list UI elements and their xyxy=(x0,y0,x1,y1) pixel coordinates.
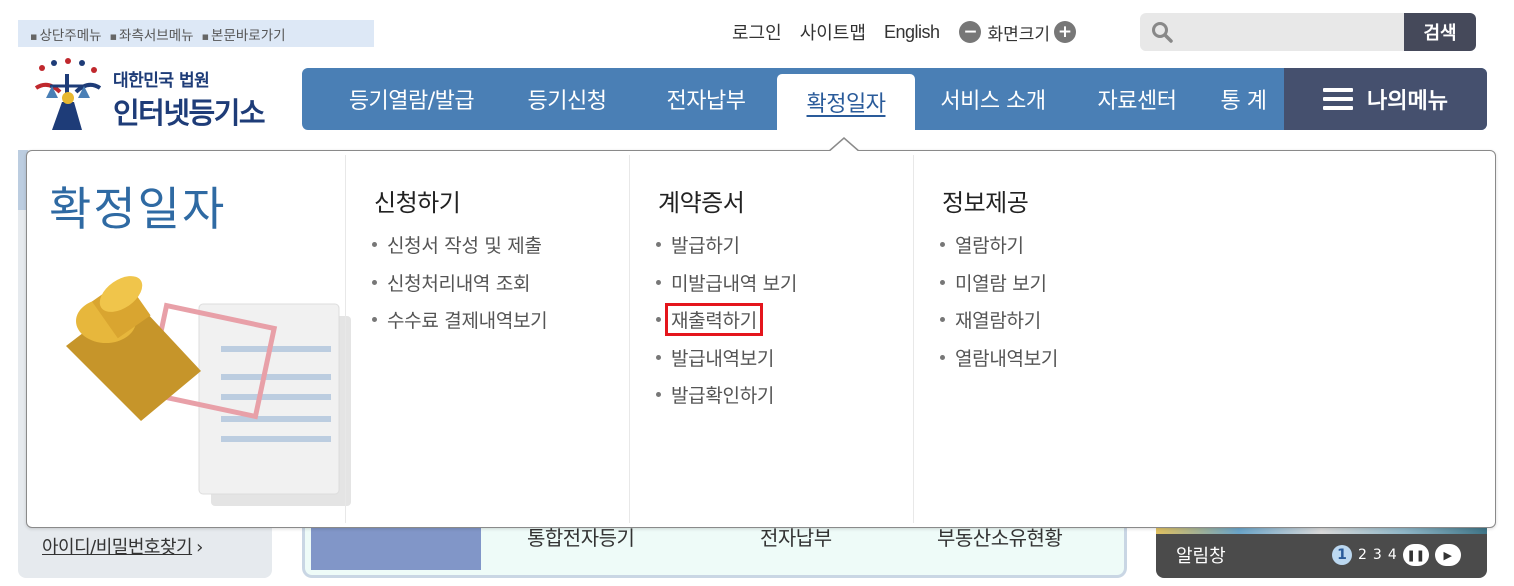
menu-column-info: 정보제공 열람하기 미열람 보기 재열람하기 열람내역보기 xyxy=(913,155,1483,523)
gnb-item-fixed-date[interactable]: 확정일자 xyxy=(777,74,915,130)
search-button[interactable]: 검색 xyxy=(1404,13,1476,51)
notice-title: 알림창 xyxy=(1176,546,1226,567)
next-arrow-icon[interactable]: ▶ xyxy=(1434,544,1461,566)
search-input[interactable] xyxy=(1140,13,1404,51)
fixed-date-dropdown: 확정일자 신청하기 신청서 작성 및 제출 신청처리내역 조회 수수료 결제내역… xyxy=(26,150,1496,528)
menu-item-unviewed[interactable]: 미열람 보기 xyxy=(940,269,1058,307)
pager-page-4[interactable]: 4 xyxy=(1388,547,1397,563)
login-link[interactable]: 로그인 xyxy=(732,19,782,45)
hamburger-icon xyxy=(1323,88,1354,110)
find-id-password-link[interactable]: 아이디/비밀번호찾기 xyxy=(42,533,203,559)
zoom-label: 화면크기 xyxy=(987,24,1051,45)
menu-item-view[interactable]: 열람하기 xyxy=(940,231,1058,269)
menu-item-issue[interactable]: 발급하기 xyxy=(656,231,797,269)
skip-link-content[interactable]: 본문바로가기 xyxy=(202,24,286,44)
sitemap-link[interactable]: 사이트맵 xyxy=(800,19,866,45)
menu-item-fee-history[interactable]: 수수료 결제내역보기 xyxy=(372,306,548,344)
dropdown-caret xyxy=(828,137,860,153)
menu-item-reprint[interactable]: 재출력하기 xyxy=(656,303,797,344)
menu-column-contract: 계약증서 발급하기 미발급내역 보기 재출력하기 발급내역보기 발급확인하기 xyxy=(629,155,913,523)
gnb-item-service-intro[interactable]: 서비스 소개 xyxy=(915,68,1071,130)
menu-item-check-status[interactable]: 신청처리내역 조회 xyxy=(372,269,547,307)
utility-bar: 로그인 사이트맵 English − 화면크기 + xyxy=(732,18,1077,46)
gnb-item-registry-view[interactable]: 등기열람/발급 xyxy=(324,68,499,130)
gnb-item-statistics[interactable]: 통 계 xyxy=(1203,68,1284,130)
gnb-item-registry-apply[interactable]: 등기신청 xyxy=(499,68,635,130)
pause-icon[interactable]: ❚❚ xyxy=(1402,544,1429,566)
menu-item-issue-history[interactable]: 발급내역보기 xyxy=(656,344,797,382)
pager-page-3[interactable]: 3 xyxy=(1373,547,1382,563)
site-logo[interactable]: 대한민국 법원 인터넷등기소 xyxy=(28,58,278,133)
pager-page-2[interactable]: 2 xyxy=(1358,547,1367,563)
menu-item-unissued-view[interactable]: 미발급내역 보기 xyxy=(656,269,797,307)
my-menu-label: 나의메뉴 xyxy=(1367,89,1448,114)
quick-service-panel: 통합전자등기 전자납부 부동산소유현황 xyxy=(302,520,1127,578)
dropdown-title: 확정일자 xyxy=(49,182,227,236)
main-navigation: 등기열람/발급 등기신청 전자납부 확정일자 서비스 소개 자료센터 통 계 나… xyxy=(302,68,1487,130)
notice-pager: 1 2 3 4 ❚❚ ▶ xyxy=(1332,544,1461,566)
zoom-in-button[interactable]: + xyxy=(1054,21,1077,43)
column-heading-info: 정보제공 xyxy=(942,189,1029,217)
my-menu-button[interactable]: 나의메뉴 xyxy=(1284,68,1487,130)
pager-page-1[interactable]: 1 xyxy=(1332,545,1352,565)
column-heading-contract: 계약증서 xyxy=(658,189,745,217)
menu-item-view-history[interactable]: 열람내역보기 xyxy=(940,344,1058,382)
english-link[interactable]: English xyxy=(884,22,940,43)
skip-link-side-menu[interactable]: 좌측서브메뉴 xyxy=(110,24,194,44)
menu-item-review[interactable]: 재열람하기 xyxy=(940,306,1058,344)
stamp-document-icon xyxy=(66,276,351,506)
gnb-item-e-payment[interactable]: 전자납부 xyxy=(635,68,777,130)
gnb-item-data-center[interactable]: 자료센터 xyxy=(1071,68,1203,130)
notice-panel: 알림창 1 2 3 4 ❚❚ ▶ xyxy=(1156,520,1487,578)
menu-item-issue-verify[interactable]: 발급확인하기 xyxy=(656,381,797,419)
logo-subtitle: 대한민국 법원 xyxy=(113,71,210,91)
menu-column-apply: 신청하기 신청서 작성 및 제출 신청처리내역 조회 수수료 결제내역보기 xyxy=(345,155,629,523)
court-emblem-icon xyxy=(34,58,102,130)
menu-item-write-submit[interactable]: 신청서 작성 및 제출 xyxy=(372,231,547,269)
skip-link-top-menu[interactable]: 상단주메뉴 xyxy=(30,24,101,44)
zoom-out-button[interactable]: − xyxy=(959,21,982,43)
search-icon xyxy=(1152,22,1173,43)
column-heading-apply: 신청하기 xyxy=(374,189,461,217)
skip-links: 상단주메뉴 좌측서브메뉴 본문바로가기 xyxy=(18,20,374,47)
logo-title: 인터넷등기소 xyxy=(113,96,266,130)
search-bar: 검색 xyxy=(1140,13,1476,51)
